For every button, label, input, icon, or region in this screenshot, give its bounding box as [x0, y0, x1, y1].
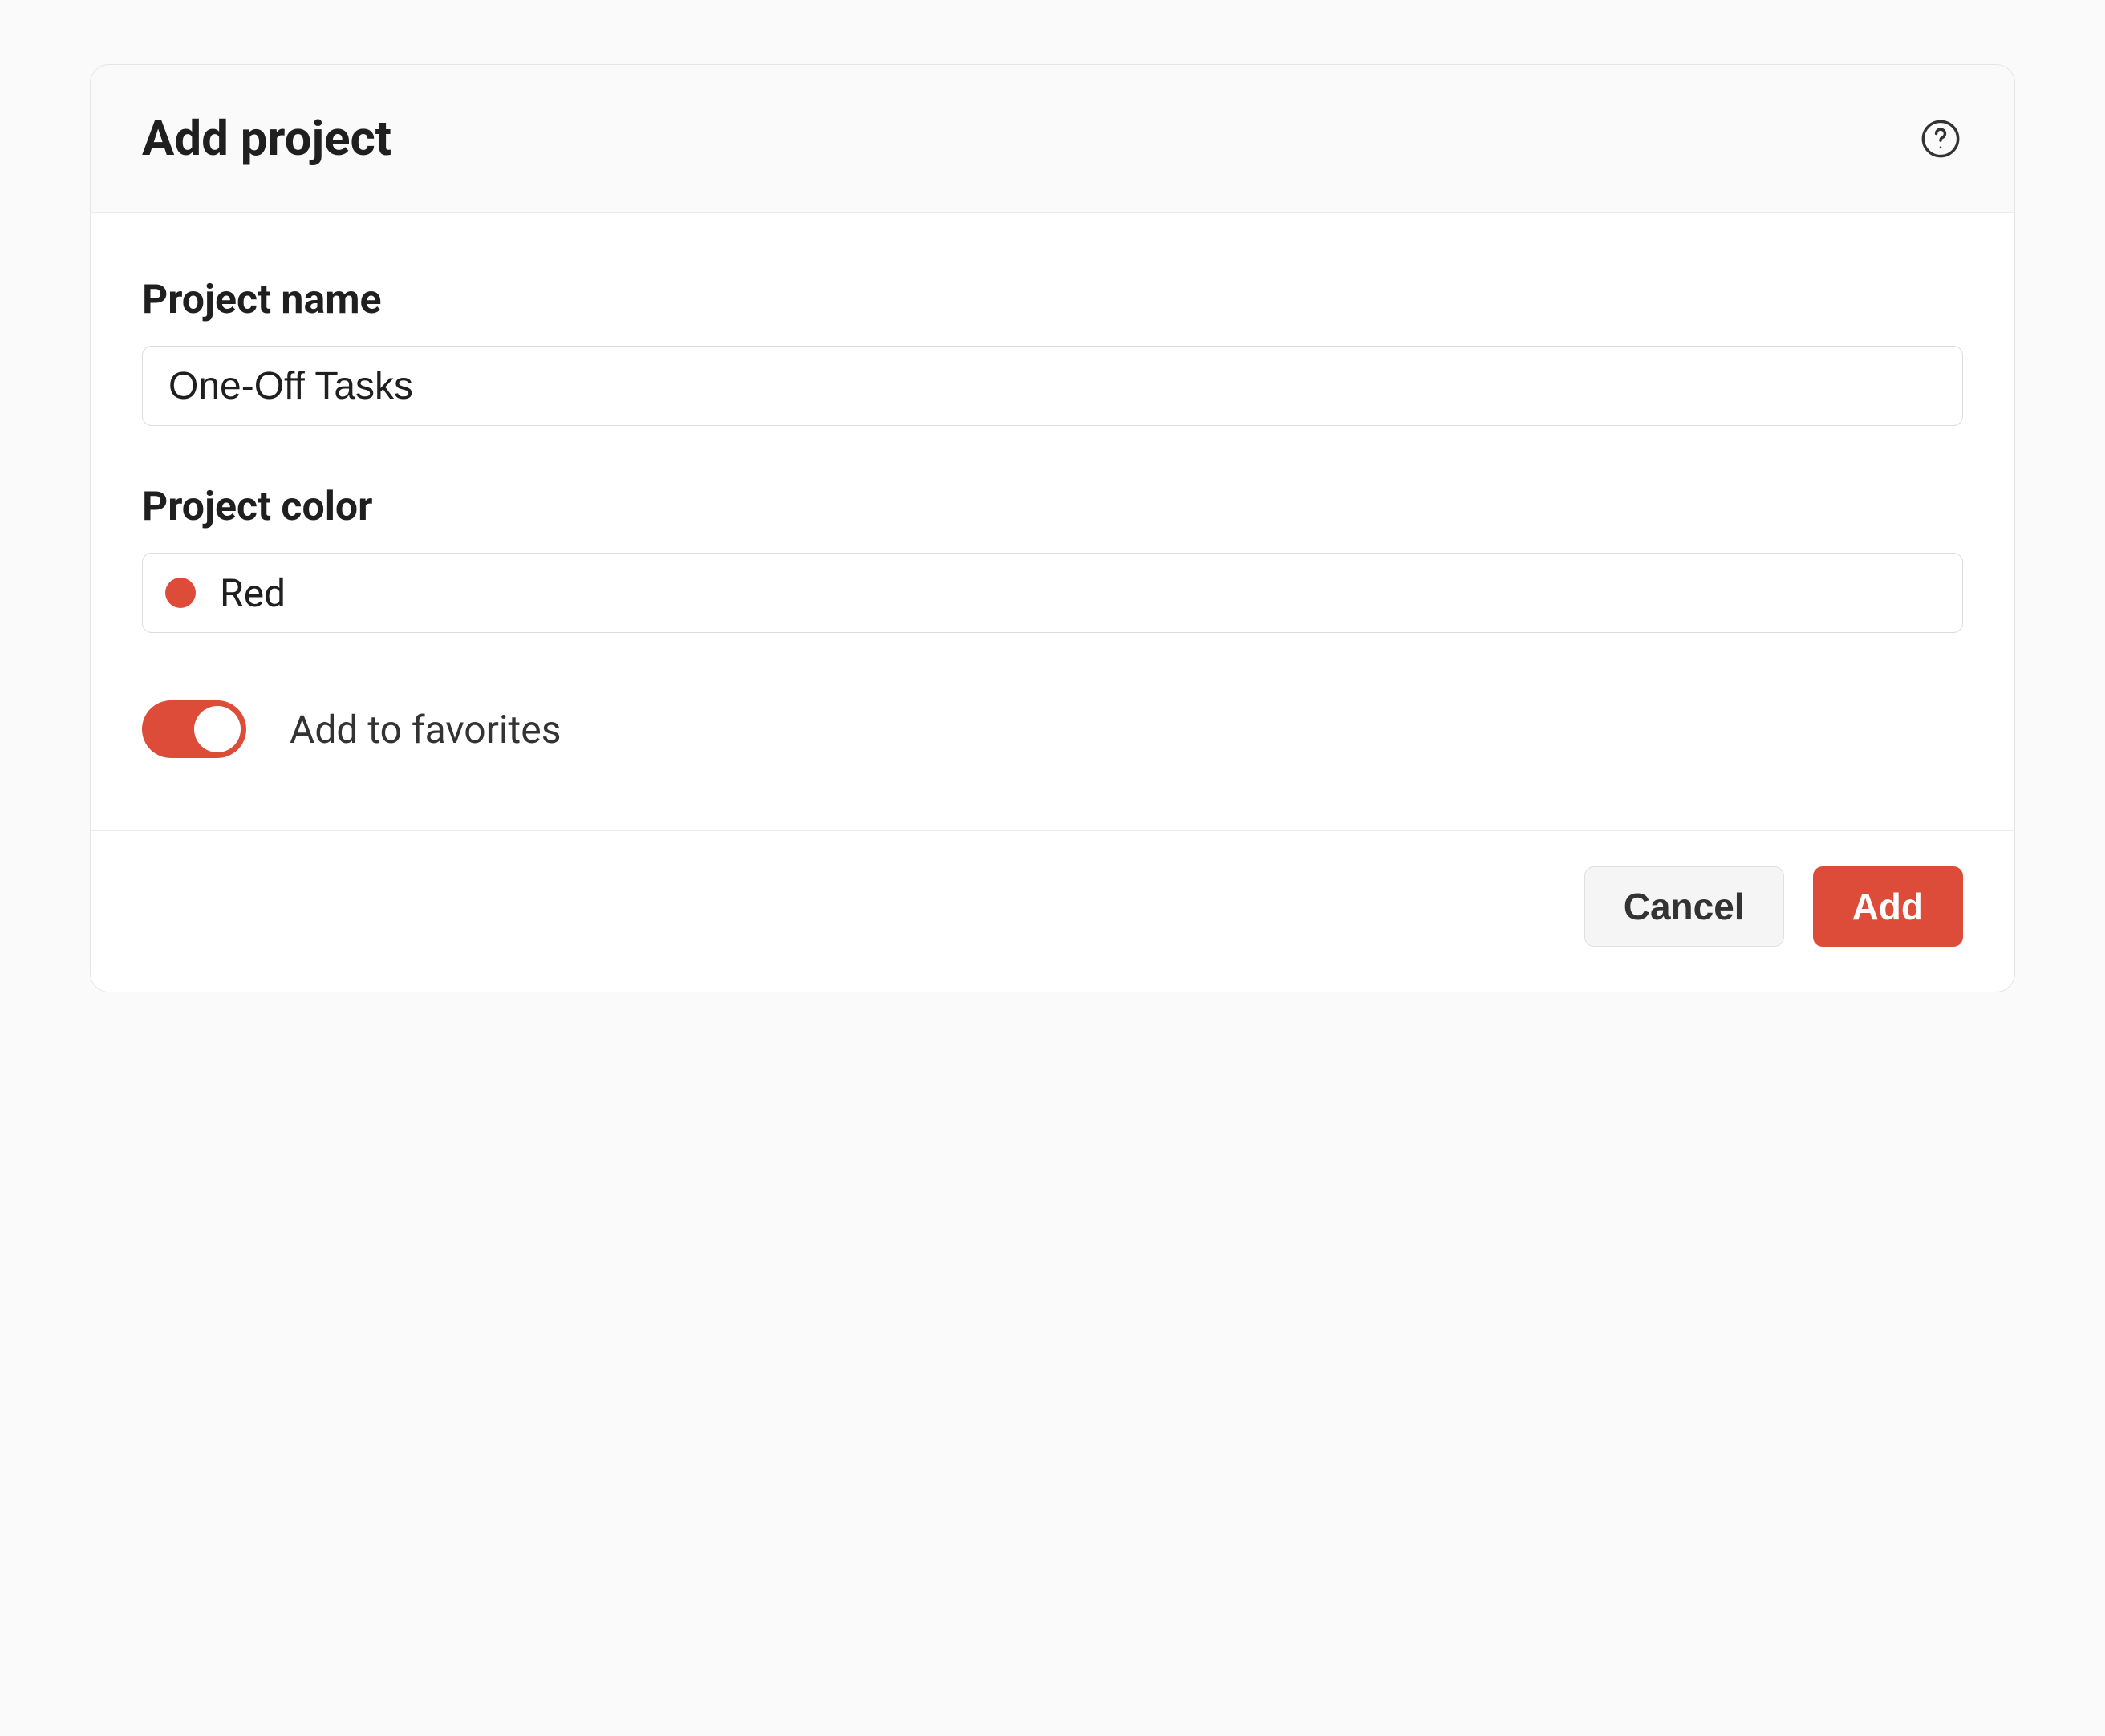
- add-button[interactable]: Add: [1813, 866, 1963, 947]
- toggle-knob-icon: [194, 706, 241, 752]
- project-color-group: Project color Red: [142, 484, 1963, 633]
- favorites-toggle[interactable]: [142, 700, 246, 758]
- project-name-input[interactable]: [142, 346, 1963, 426]
- dialog-header: Add project: [91, 65, 2014, 213]
- help-icon[interactable]: [1918, 116, 1963, 161]
- project-color-label: Project color: [142, 484, 1963, 530]
- favorites-row: Add to favorites: [142, 700, 1963, 758]
- project-color-select[interactable]: Red: [142, 553, 1963, 633]
- dialog-body: Project name Project color Red Add to fa…: [91, 213, 2014, 830]
- dialog-title: Add project: [142, 110, 391, 167]
- project-color-selected-name: Red: [220, 570, 286, 616]
- color-swatch-icon: [165, 578, 196, 608]
- favorites-toggle-label: Add to favorites: [290, 707, 561, 752]
- dialog-footer: Cancel Add: [91, 830, 2014, 992]
- project-name-label: Project name: [142, 277, 1963, 323]
- cancel-button[interactable]: Cancel: [1584, 866, 1784, 947]
- project-name-group: Project name: [142, 277, 1963, 426]
- add-project-dialog: Add project Project name Project color R…: [90, 64, 2015, 992]
